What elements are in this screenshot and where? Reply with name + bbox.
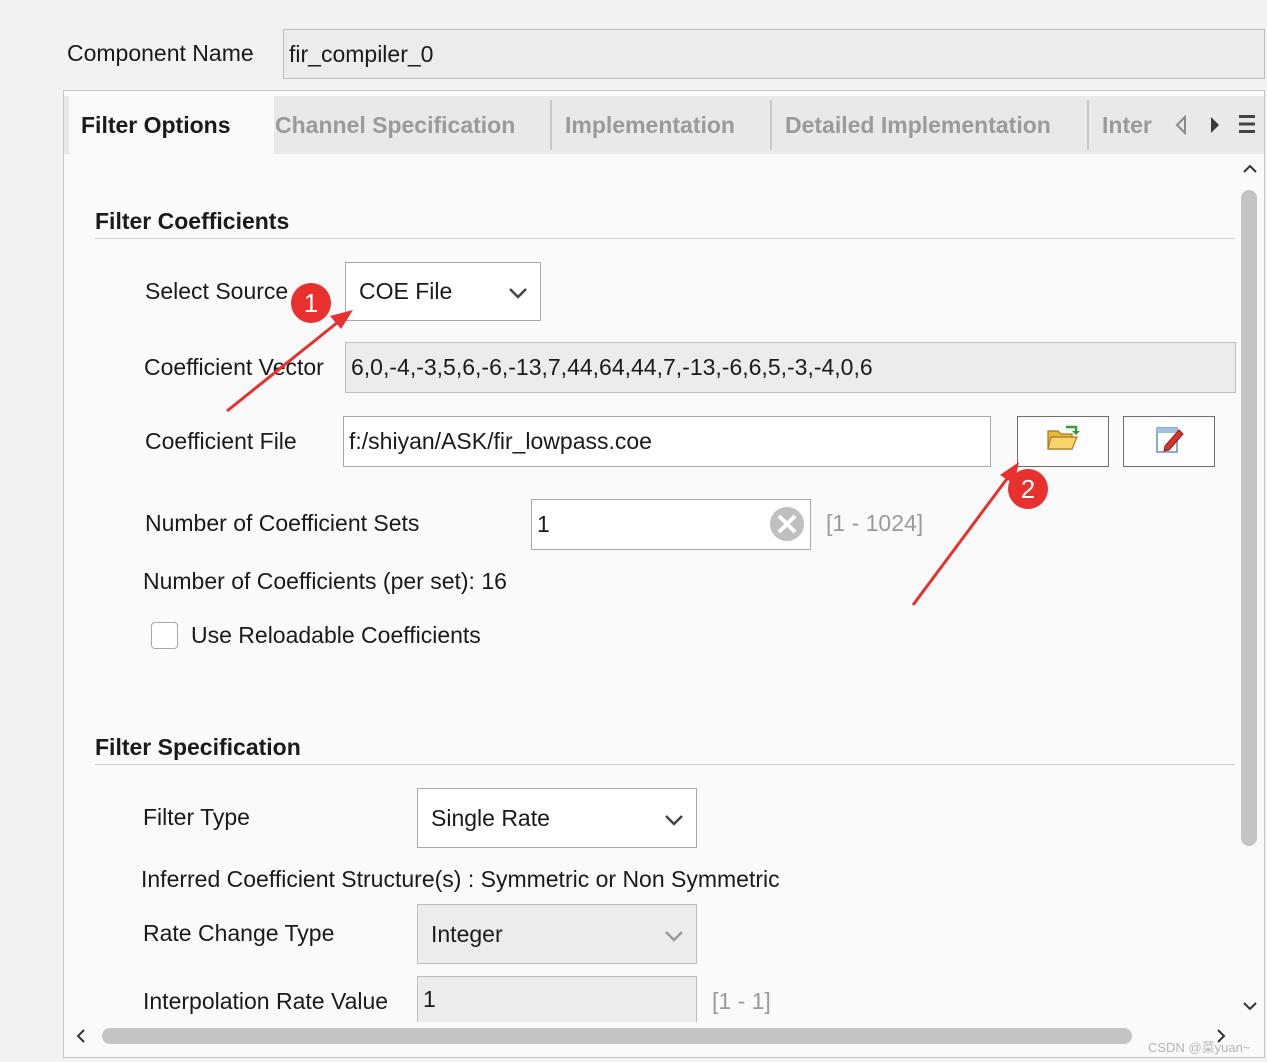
tab-bar: Filter Options Channel Specification Imp… bbox=[64, 96, 1264, 154]
tab-separator bbox=[1087, 100, 1089, 150]
section-divider bbox=[95, 238, 1235, 239]
component-name-label: Component Name bbox=[67, 40, 254, 66]
tab-separator bbox=[770, 100, 772, 150]
tab-separator bbox=[550, 100, 552, 150]
scroll-up-icon[interactable] bbox=[1241, 162, 1259, 181]
filter-type-dropdown[interactable]: Single Rate bbox=[417, 788, 697, 848]
annotation-badge-2: 2 bbox=[1008, 469, 1048, 509]
filter-coefficients-heading: Filter Coefficients bbox=[95, 208, 290, 234]
vertical-scroll-thumb[interactable] bbox=[1241, 190, 1257, 846]
horizontal-scroll-thumb[interactable] bbox=[102, 1028, 1132, 1044]
tab-implementation[interactable]: Implementation bbox=[565, 96, 735, 154]
chevron-down-icon bbox=[664, 921, 684, 948]
coefficient-file-input[interactable]: f:/shiyan/ASK/fir_lowpass.coe bbox=[343, 416, 991, 467]
rate-change-type-value: Integer bbox=[431, 920, 503, 947]
open-folder-icon bbox=[1046, 425, 1080, 458]
num-coefficient-sets-label: Number of Coefficient Sets bbox=[145, 510, 420, 536]
rate-change-type-dropdown[interactable]: Integer bbox=[417, 904, 697, 964]
tab-menu-icon[interactable] bbox=[1238, 113, 1256, 140]
tab-filter-options[interactable]: Filter Options bbox=[69, 96, 274, 154]
chevron-down-icon bbox=[508, 278, 528, 305]
interpolation-rate-input[interactable]: 1 bbox=[417, 976, 697, 1022]
section-divider bbox=[95, 764, 1235, 765]
filter-type-label: Filter Type bbox=[143, 804, 250, 830]
num-coefficient-sets-range: [1 - 1024] bbox=[826, 510, 924, 536]
inferred-structure-text: Inferred Coefficient Structure(s) : Symm… bbox=[141, 866, 780, 892]
rate-change-type-label: Rate Change Type bbox=[143, 920, 335, 946]
browse-file-button[interactable] bbox=[1017, 416, 1109, 467]
tab-interfaces[interactable]: Inter bbox=[1102, 96, 1152, 154]
select-source-dropdown[interactable]: COE File bbox=[345, 262, 541, 321]
tab-detailed-implementation[interactable]: Detailed Implementation bbox=[785, 96, 1051, 154]
component-name-input[interactable]: fir_compiler_0 bbox=[283, 29, 1265, 79]
filter-type-value: Single Rate bbox=[431, 804, 550, 831]
interpolation-rate-range: [1 - 1] bbox=[712, 988, 771, 1014]
vertical-scrollbar[interactable] bbox=[1236, 156, 1263, 1022]
watermark: CSDN @菜yuan~ bbox=[1148, 1040, 1251, 1055]
tab-channel-specification[interactable]: Channel Specification bbox=[275, 96, 515, 154]
reloadable-label[interactable]: Use Reloadable Coefficients bbox=[191, 624, 481, 647]
chevron-down-icon bbox=[664, 805, 684, 832]
select-source-value: COE File bbox=[359, 278, 453, 304]
select-source-label: Select Source bbox=[145, 278, 289, 304]
coefficient-vector-input[interactable]: 6,0,-4,-3,5,6,-6,-13,7,44,64,44,7,-13,-6… bbox=[345, 342, 1236, 393]
horizontal-scrollbar[interactable] bbox=[66, 1022, 1236, 1050]
annotation-badge-1: 1 bbox=[291, 283, 331, 323]
scroll-left-icon[interactable] bbox=[74, 1027, 88, 1050]
num-coefficients-text: Number of Coefficients (per set): 16 bbox=[143, 568, 507, 594]
clear-icon[interactable] bbox=[768, 505, 806, 548]
num-coefficient-sets-value: 1 bbox=[537, 511, 550, 537]
tab-scroll-left-icon[interactable] bbox=[1174, 114, 1188, 141]
filter-specification-heading: Filter Specification bbox=[95, 734, 301, 760]
reloadable-checkbox[interactable] bbox=[151, 622, 178, 649]
edit-file-icon bbox=[1153, 424, 1185, 459]
edit-file-button[interactable] bbox=[1123, 416, 1215, 467]
tab-scroll-right-icon[interactable] bbox=[1208, 114, 1222, 141]
scroll-down-icon[interactable] bbox=[1241, 999, 1259, 1018]
interpolation-rate-label: Interpolation Rate Value bbox=[143, 988, 389, 1014]
coefficient-vector-label: Coefficient Vector bbox=[144, 354, 324, 380]
coefficient-file-label: Coefficient File bbox=[145, 428, 297, 454]
